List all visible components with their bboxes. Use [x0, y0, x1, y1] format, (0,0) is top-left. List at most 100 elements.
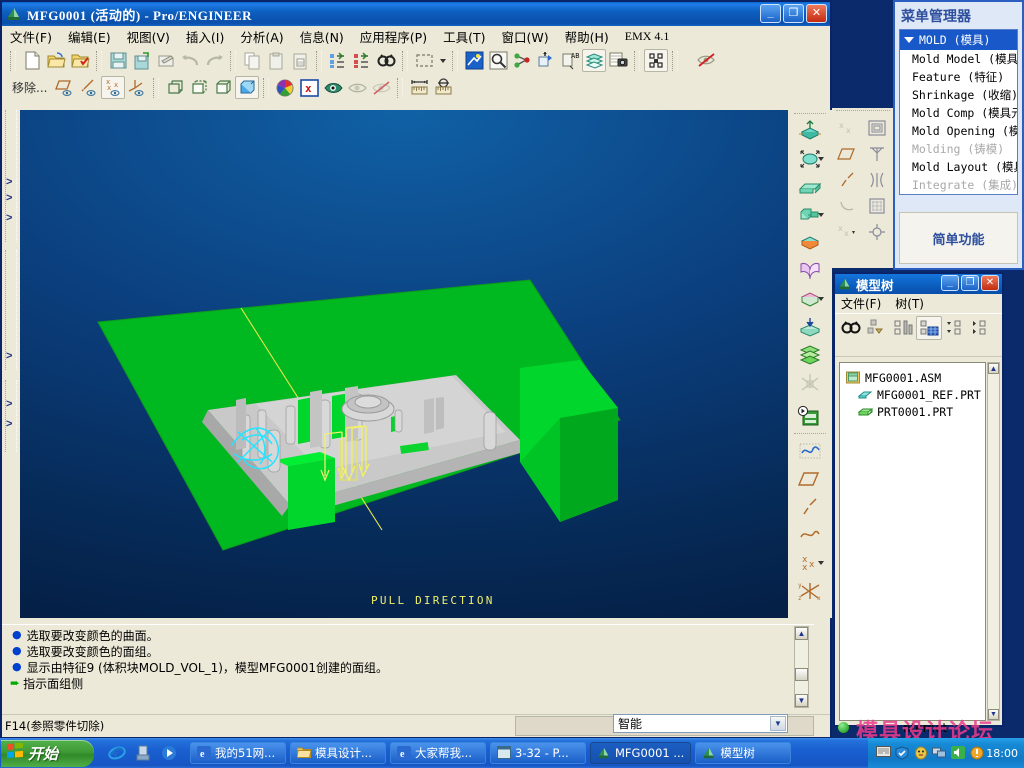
menu-info[interactable]: 信息(N)	[300, 27, 344, 46]
start-button[interactable]: 开始	[1, 740, 94, 767]
save-icon[interactable]	[106, 49, 130, 72]
merge-tool-icon[interactable]	[796, 286, 824, 312]
network-icon[interactable]	[932, 746, 947, 761]
mt-expand-icon[interactable]	[968, 316, 994, 340]
datum-axis-display-icon[interactable]	[77, 76, 101, 99]
mt-collapse-icon[interactable]	[942, 316, 968, 340]
minimize-button[interactable]: _	[760, 4, 781, 23]
task-mold-design[interactable]: 模具设计...	[290, 742, 386, 764]
mt-maximize-button[interactable]: ❐	[961, 275, 979, 291]
mt-find-icon[interactable]	[838, 316, 864, 340]
graphics-viewport[interactable]: PULL DIRECTION	[20, 110, 788, 618]
blend-tool-icon[interactable]	[796, 202, 824, 228]
tree-node-mfg0001-asm[interactable]: MFG0001.ASM	[840, 369, 985, 386]
hide-all-icon[interactable]	[369, 76, 393, 99]
menu-emx[interactable]: EMX 4.1	[625, 29, 670, 44]
show-desktop-icon[interactable]	[133, 743, 153, 763]
toolbar-grip[interactable]	[402, 51, 408, 71]
annotation-icon[interactable]: AB	[558, 49, 582, 72]
toolbar-grip[interactable]	[672, 51, 678, 71]
point-array-icon[interactable]: xx	[832, 219, 862, 245]
antivirus-icon[interactable]	[970, 746, 985, 761]
scroll-down-button[interactable]: ▼	[795, 694, 808, 707]
wireframe-icon[interactable]	[163, 76, 187, 99]
media-quicklaunch-icon[interactable]	[159, 743, 179, 763]
regenerate-icon[interactable]	[326, 49, 350, 72]
round-tool-icon[interactable]	[796, 230, 824, 256]
repaint-icon[interactable]	[462, 49, 486, 72]
scroll-up-button[interactable]: ▲	[795, 627, 808, 640]
model-tree-scrollbar[interactable]: ▲ ▼	[987, 362, 1000, 721]
mm-mold-opening[interactable]: Mold Opening (模具进)	[900, 122, 1017, 140]
menu-edit[interactable]: 编辑(E)	[68, 27, 111, 46]
volume-icon[interactable]	[951, 746, 966, 761]
datum-plane-tool-icon[interactable]	[796, 466, 824, 492]
extrude-tool-icon[interactable]	[796, 118, 824, 144]
orient-icon[interactable]	[534, 49, 558, 72]
tree-node-prt0001-prt[interactable]: PRT0001.PRT	[840, 403, 985, 420]
view-display-icon[interactable]	[321, 76, 345, 99]
datum-csys-create-icon[interactable]: yzx	[796, 578, 824, 604]
no-hidden-icon[interactable]	[211, 76, 235, 99]
chevron-down-icon[interactable]: ▼	[770, 716, 786, 731]
mt-minimize-button[interactable]: _	[941, 275, 959, 291]
zoom-in-icon[interactable]	[486, 49, 510, 72]
chevron-down-icon[interactable]	[818, 561, 824, 565]
hidden-line-icon[interactable]	[187, 76, 211, 99]
model-player-icon[interactable]	[796, 404, 824, 430]
strip-segment[interactable]	[5, 380, 17, 452]
thicken-tool-icon[interactable]	[796, 342, 824, 368]
task-3-32[interactable]: 3-32 - P...	[490, 742, 586, 764]
regenerate-manual-icon[interactable]	[350, 49, 374, 72]
mt-filter-icon[interactable]	[864, 316, 890, 340]
revolve-tool-icon[interactable]	[796, 146, 824, 172]
grid-icon[interactable]	[862, 193, 892, 219]
chevron-right-icon[interactable]: >	[6, 194, 12, 203]
select-box-icon[interactable]	[412, 49, 436, 72]
paste-special-icon[interactable]	[288, 49, 312, 72]
chevron-down-icon[interactable]	[818, 297, 824, 301]
ie-quicklaunch-icon[interactable]: e	[107, 743, 127, 763]
sweep-tool-icon[interactable]	[796, 174, 824, 200]
screen-capture-icon[interactable]	[606, 49, 630, 72]
datum-point-tool-icon[interactable]: xxx	[796, 550, 824, 576]
chevron-down-icon[interactable]	[818, 157, 824, 161]
surface-tool-icon[interactable]	[796, 258, 824, 284]
chevron-down-icon[interactable]	[818, 213, 824, 217]
mt-scroll-down-button[interactable]: ▼	[988, 709, 999, 720]
chevron-right-icon[interactable]: >	[6, 178, 12, 187]
chevron-right-icon[interactable]: >	[6, 420, 12, 429]
model-tree-panel[interactable]: MFG0001.ASM MFG0001_REF.PRT PRT0001.PRT	[839, 362, 986, 721]
menu-view[interactable]: 视图(V)	[127, 27, 170, 46]
select-box-dropdown[interactable]	[436, 49, 448, 72]
diameter-dim-icon[interactable]	[431, 76, 455, 99]
chevron-right-icon[interactable]: >	[6, 214, 12, 223]
menu-applications[interactable]: 应用程序(P)	[360, 27, 427, 46]
shield-icon[interactable]	[895, 746, 910, 761]
relations-icon[interactable]	[510, 49, 534, 72]
linear-dim-icon[interactable]	[407, 76, 431, 99]
chevron-right-icon[interactable]: >	[6, 400, 12, 409]
mt-close-button[interactable]: ✕	[981, 275, 999, 291]
keyboard-icon[interactable]	[876, 746, 891, 761]
split-surface-icon[interactable]	[862, 167, 892, 193]
undo-icon[interactable]	[178, 49, 202, 72]
mold-volume-icon[interactable]	[862, 115, 892, 141]
redo-icon[interactable]	[202, 49, 226, 72]
menu-window[interactable]: 窗口(W)	[501, 27, 548, 46]
toolbar-grip[interactable]	[230, 51, 236, 71]
sketch-curve-icon[interactable]	[796, 438, 824, 464]
pattern-icon[interactable]	[644, 49, 668, 72]
draft-line-icon[interactable]	[832, 167, 862, 193]
toolbar-grip[interactable]	[397, 78, 403, 98]
datum-target-icon[interactable]	[862, 219, 892, 245]
menu-insert[interactable]: 插入(I)	[186, 27, 224, 46]
task-my51net[interactable]: e 我的51网...	[190, 742, 286, 764]
toolbar-grip[interactable]	[263, 78, 269, 98]
message-scrollbar[interactable]: ▲ ▼	[794, 626, 809, 708]
parting-surface-icon[interactable]	[832, 141, 862, 167]
mt-scroll-up-button[interactable]: ▲	[988, 363, 999, 374]
datum-plane-display-icon[interactable]	[53, 76, 77, 99]
toolbar-grip[interactable]	[316, 51, 322, 71]
menu-help[interactable]: 帮助(H)	[565, 27, 609, 46]
